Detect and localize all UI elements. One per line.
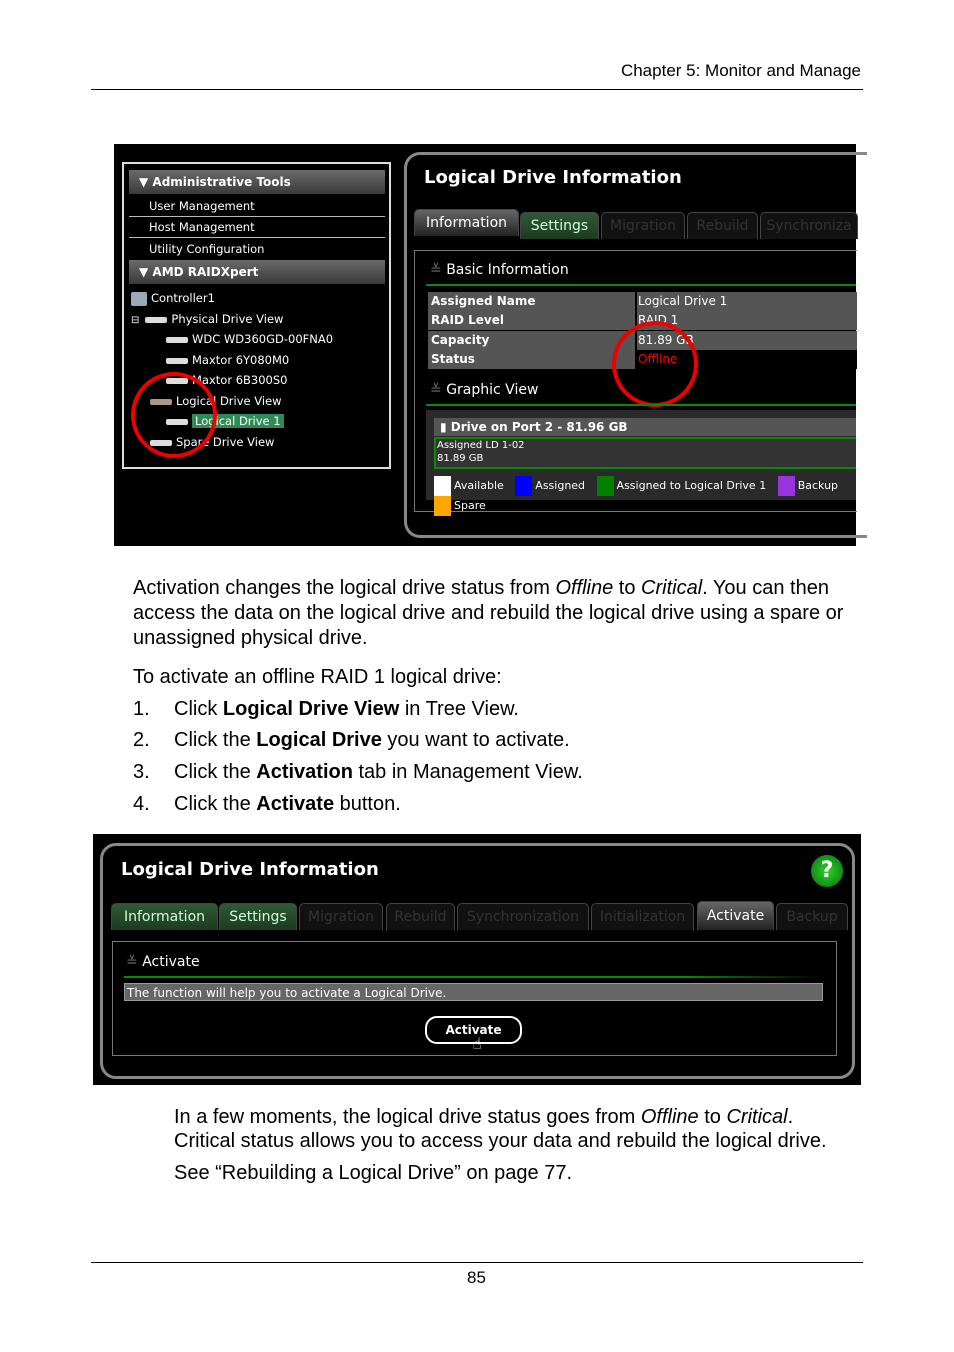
paragraph-activation: Activation changes the logical drive sta…	[133, 577, 829, 599]
tab-synchronization[interactable]: Synchronization	[457, 903, 589, 930]
assigned-segment[interactable]: Assigned LD 1-02 81.89 GB	[434, 437, 856, 469]
cross-reference: See “Rebuilding a Logical Drive” on page…	[174, 1162, 573, 1184]
tab-settings[interactable]: Settings	[219, 903, 297, 930]
label-status: Status	[428, 350, 635, 369]
basic-info-header[interactable]: ≚ Basic Information	[430, 262, 569, 278]
tree-drive-maxtor1[interactable]: Maxtor 6Y080M0	[166, 352, 289, 368]
paragraph-activation-line3: unassigned physical drive.	[133, 627, 368, 649]
legend: Available Assigned Assigned to Logical D…	[434, 476, 856, 516]
paragraph-result: In a few moments, the logical drive stat…	[174, 1106, 794, 1128]
tab-information[interactable]: Information	[414, 209, 519, 236]
tab-settings[interactable]: Settings	[520, 212, 599, 239]
tree-label: Controller1	[151, 291, 215, 305]
step-3: 3. Click the Activation tab in Management…	[133, 761, 583, 783]
tab-migration[interactable]: Migration	[601, 212, 685, 239]
tree-label: Physical Drive View	[171, 312, 284, 326]
tab-initialization[interactable]: Initialization	[591, 903, 694, 930]
tab-synchronization[interactable]: Synchroniza	[760, 212, 858, 239]
header-rule	[91, 89, 863, 90]
tree-controller[interactable]: Controller1	[131, 290, 215, 306]
panel-title: Logical Drive Information	[424, 167, 682, 188]
chevron-down-icon: ≚	[430, 262, 442, 278]
section-rule	[426, 404, 856, 406]
drive-header: ▮ Drive on Port 2 - 81.96 GB	[434, 418, 856, 436]
raidxpert-header[interactable]: ▼ AMD RAIDXpert	[129, 260, 385, 284]
section-label: Basic Information	[446, 262, 569, 278]
section-label: Activate	[142, 954, 200, 970]
section-rule	[426, 284, 856, 286]
paragraph-activation-line2: access the data on the logical drive and…	[133, 602, 844, 624]
tab-information[interactable]: Information	[111, 903, 218, 930]
tab-backup[interactable]: Backup	[776, 903, 848, 930]
label-capacity: Capacity	[428, 331, 635, 350]
tree-drive-wdc[interactable]: WDC WD360GD-00FNA0	[166, 331, 333, 347]
highlight-circle	[131, 372, 217, 458]
manual-page: Chapter 5: Monitor and Manage ▼ Administ…	[0, 0, 954, 1352]
controller-icon	[131, 291, 147, 306]
drive-icon	[166, 357, 188, 364]
tab-migration[interactable]: Migration	[299, 903, 383, 930]
steps-intro: To activate an offline RAID 1 logical dr…	[133, 666, 502, 688]
tab-rebuild[interactable]: Rebuild	[687, 212, 758, 239]
chevron-down-icon: ≚	[430, 382, 442, 398]
assigned-label: Assigned LD 1-02	[437, 440, 525, 451]
chapter-header: Chapter 5: Monitor and Manage	[620, 61, 861, 80]
screenshot-tree-view: ▼ Administrative Tools User Management H…	[114, 144, 867, 546]
tab-rebuild[interactable]: Rebuild	[386, 903, 455, 930]
legend-swatch-assigned-ld	[596, 476, 614, 496]
label-raid-level: RAID Level	[428, 311, 635, 330]
section-rule	[124, 976, 824, 978]
admin-tools-header[interactable]: ▼ Administrative Tools	[129, 170, 385, 194]
menu-user-management[interactable]: User Management	[129, 196, 385, 217]
graphic-view-header[interactable]: ≚ Graphic View	[430, 382, 538, 398]
label-assigned-name: Assigned Name	[428, 292, 635, 311]
activate-section-header[interactable]: ≚ Activate	[126, 954, 200, 970]
paragraph-result-line2: Critical status allows you to access you…	[174, 1130, 827, 1152]
screenshot-activate-tab: Logical Drive Information ? Information …	[93, 834, 861, 1085]
tree-label: Maxtor 6B300S0	[192, 373, 288, 387]
legend-swatch-spare	[434, 496, 451, 516]
assigned-size: 81.89 GB	[437, 453, 484, 464]
highlight-circle	[612, 321, 698, 407]
value-assigned-name: Logical Drive 1	[637, 292, 857, 311]
tab-activate[interactable]: Activate	[697, 901, 774, 930]
legend-swatch-available	[434, 476, 451, 496]
menu-host-management[interactable]: Host Management	[129, 217, 385, 238]
step-4: 4. Click the Activate button.	[133, 793, 401, 815]
tree-physical-drive-view[interactable]: ⊟ Physical Drive View	[131, 311, 283, 329]
page-number: 85	[467, 1268, 486, 1287]
step-1: 1. Click Logical Drive View in Tree View.	[133, 698, 519, 720]
footer-rule	[91, 1262, 863, 1263]
tree-label: WDC WD360GD-00FNA0	[192, 332, 334, 346]
hand-cursor-icon: ☝	[472, 1034, 482, 1053]
collapse-icon: ⊟	[131, 315, 140, 326]
menu-utility-configuration[interactable]: Utility Configuration	[129, 239, 385, 259]
step-2: 2. Click the Logical Drive you want to ac…	[133, 729, 570, 751]
disk-icon: ▮	[440, 420, 451, 434]
legend-swatch-assigned	[515, 476, 533, 496]
legend-swatch-backup	[777, 476, 795, 496]
drive-icon	[166, 336, 188, 343]
chevron-down-icon: ≚	[126, 954, 138, 970]
description-bar: The function will help you to activate a…	[124, 983, 823, 1001]
drive-icon	[145, 316, 168, 323]
section-label: Graphic View	[446, 382, 539, 398]
panel-title: Logical Drive Information	[121, 859, 379, 880]
tree-label: Maxtor 6Y080M0	[192, 353, 290, 367]
help-icon[interactable]: ?	[811, 855, 843, 887]
